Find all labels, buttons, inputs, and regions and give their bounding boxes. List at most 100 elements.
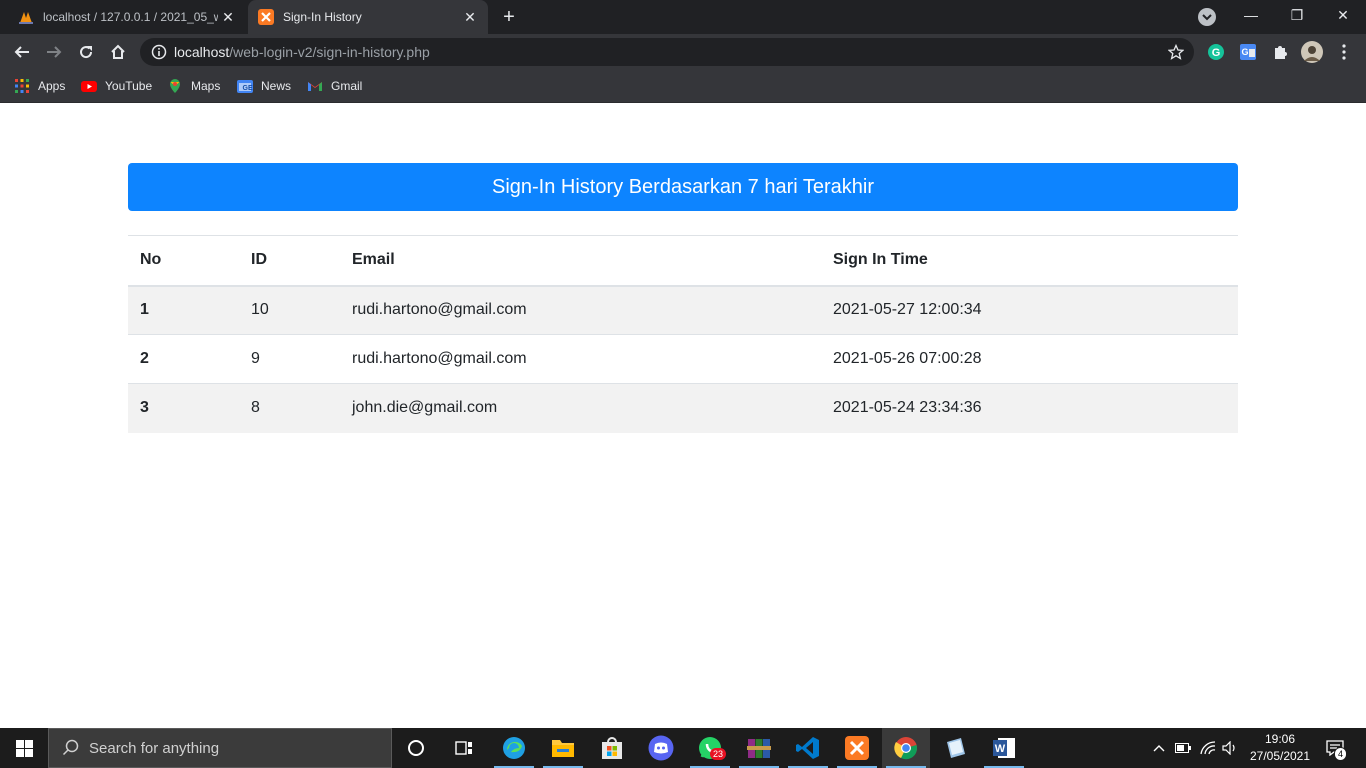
store-app[interactable] xyxy=(588,728,636,768)
bookmark-apps[interactable]: Apps xyxy=(14,76,65,96)
phpmyadmin-icon xyxy=(19,12,33,24)
youtube-icon xyxy=(81,81,97,92)
menu-kebab-icon[interactable] xyxy=(1334,42,1354,62)
task-view-icon xyxy=(455,741,472,755)
home-icon xyxy=(111,44,125,59)
notes-icon xyxy=(947,738,965,758)
xampp-icon xyxy=(258,9,274,25)
edge-app[interactable] xyxy=(490,728,538,768)
bookmark-label: News xyxy=(261,79,292,93)
info-icon[interactable] xyxy=(151,44,167,60)
tab-strip: localhost / 127.0.0.1 / 2021_05_w ✕ Sign… xyxy=(0,0,1366,34)
sign-in-history-table: No ID Email Sign In Time 1 10 rudi.harto… xyxy=(128,235,1238,433)
word-app[interactable]: W xyxy=(980,728,1028,768)
volume-icon[interactable] xyxy=(1220,728,1240,768)
url-text: localhost/web-login-v2/sign-in-history.p… xyxy=(174,44,430,60)
clock-time: 19:06 xyxy=(1264,732,1296,746)
cortana-circle-icon xyxy=(408,740,424,756)
address-bar[interactable]: localhost/web-login-v2/sign-in-history.p… xyxy=(140,38,1194,66)
folder-icon xyxy=(552,740,574,757)
table-header-row: No ID Email Sign In Time xyxy=(128,235,1238,287)
file-explorer-app[interactable] xyxy=(539,728,587,768)
maps-pin-icon xyxy=(170,79,180,93)
cell-id: 10 xyxy=(239,285,340,335)
whatsapp-unread-badge: 23 xyxy=(710,748,727,760)
tab-sign-in-history[interactable]: Sign-In History ✕ xyxy=(248,0,488,34)
column-header-id: ID xyxy=(239,235,340,287)
cortana-button[interactable] xyxy=(392,728,440,768)
forward-arrow-icon xyxy=(47,46,62,58)
svg-text:GE: GE xyxy=(243,85,253,92)
discord-app[interactable] xyxy=(637,728,685,768)
task-view-button[interactable] xyxy=(440,728,488,768)
search-icon xyxy=(62,739,79,756)
cell-email: john.die@gmail.com xyxy=(340,383,821,433)
svg-text:W: W xyxy=(995,743,1006,755)
bookmark-label: Maps xyxy=(191,79,221,93)
show-hidden-icons-chevron-icon[interactable] xyxy=(1148,728,1170,768)
store-bag-icon xyxy=(602,737,622,759)
column-header-sign-in-time: Sign In Time xyxy=(821,235,1238,287)
extensions-puzzle-icon[interactable] xyxy=(1270,42,1290,62)
notification-count-badge: 4 xyxy=(1334,747,1348,761)
edge-icon xyxy=(503,737,525,759)
chrome-app[interactable] xyxy=(882,728,930,768)
bookmark-youtube[interactable]: YouTube xyxy=(81,76,152,96)
column-header-email: Email xyxy=(340,235,821,287)
page-title: Sign-In History Berdasarkan 7 hari Terak… xyxy=(128,163,1238,211)
close-tab-icon[interactable]: ✕ xyxy=(218,7,238,27)
xampp-control-icon xyxy=(845,736,869,760)
url-path: /web-login-v2/sign-in-history.php xyxy=(229,44,430,60)
grammarly-icon[interactable]: G xyxy=(1206,42,1226,62)
bookmark-star-icon[interactable] xyxy=(1168,44,1184,60)
bookmark-gmail[interactable]: Gmail xyxy=(307,76,362,96)
tab-search-icon[interactable] xyxy=(1198,8,1216,26)
reload-button[interactable] xyxy=(72,38,100,66)
system-clock[interactable]: 19:06 27/05/2021 xyxy=(1240,731,1320,765)
cell-id: 8 xyxy=(239,383,340,433)
cell-email: rudi.hartono@gmail.com xyxy=(340,334,821,384)
translate-icon[interactable]: G xyxy=(1238,42,1258,62)
back-button[interactable] xyxy=(8,38,36,66)
cell-no: 1 xyxy=(128,285,239,335)
tab-phpmyadmin[interactable]: localhost / 127.0.0.1 / 2021_05_w ✕ xyxy=(8,0,246,34)
tab-title: Sign-In History xyxy=(283,10,362,24)
cell-sign-in-time: 2021-05-27 12:00:34 xyxy=(821,285,1238,335)
chrome-icon xyxy=(894,737,917,760)
search-placeholder: Search for anything xyxy=(89,739,220,757)
whatsapp-app[interactable]: 23 xyxy=(686,728,734,768)
close-tab-icon[interactable]: ✕ xyxy=(460,7,480,27)
url-host: localhost xyxy=(174,44,230,60)
cell-email: rudi.hartono@gmail.com xyxy=(340,285,821,335)
home-button[interactable] xyxy=(104,38,132,66)
bookmark-maps[interactable]: Maps xyxy=(167,76,220,96)
svg-text:G: G xyxy=(1241,47,1248,57)
vscode-icon xyxy=(796,737,819,759)
battery-icon[interactable] xyxy=(1172,728,1194,768)
windows-taskbar: Search for anything 23 W 19:06 27/05/202… xyxy=(0,728,1366,768)
taskbar-search-box[interactable]: Search for anything xyxy=(48,728,392,768)
winrar-app[interactable] xyxy=(735,728,783,768)
profile-avatar[interactable] xyxy=(1300,40,1324,64)
wifi-icon[interactable] xyxy=(1197,728,1219,768)
action-center-button[interactable]: 4 xyxy=(1320,728,1350,768)
tab-title: localhost / 127.0.0.1 / 2021_05_w xyxy=(43,10,218,24)
new-tab-button[interactable]: + xyxy=(498,7,520,27)
xampp-app[interactable] xyxy=(833,728,881,768)
windows-logo-icon xyxy=(15,739,33,757)
cell-sign-in-time: 2021-05-24 23:34:36 xyxy=(821,383,1238,433)
winrar-books-icon xyxy=(747,739,771,758)
bookmark-label: YouTube xyxy=(105,79,153,93)
reload-icon xyxy=(80,46,93,59)
bookmark-label: Gmail xyxy=(331,79,363,93)
minimize-button[interactable]: — xyxy=(1228,0,1274,30)
notes-app[interactable] xyxy=(931,728,979,768)
close-window-button[interactable]: ✕ xyxy=(1320,0,1366,30)
forward-button[interactable] xyxy=(40,38,68,66)
start-button[interactable] xyxy=(0,728,48,768)
bookmark-label: Apps xyxy=(38,79,66,93)
vscode-app[interactable] xyxy=(784,728,832,768)
restore-button[interactable]: ❐ xyxy=(1274,0,1320,30)
clock-date: 27/05/2021 xyxy=(1249,749,1311,763)
bookmark-news[interactable]: GE News xyxy=(237,76,291,96)
